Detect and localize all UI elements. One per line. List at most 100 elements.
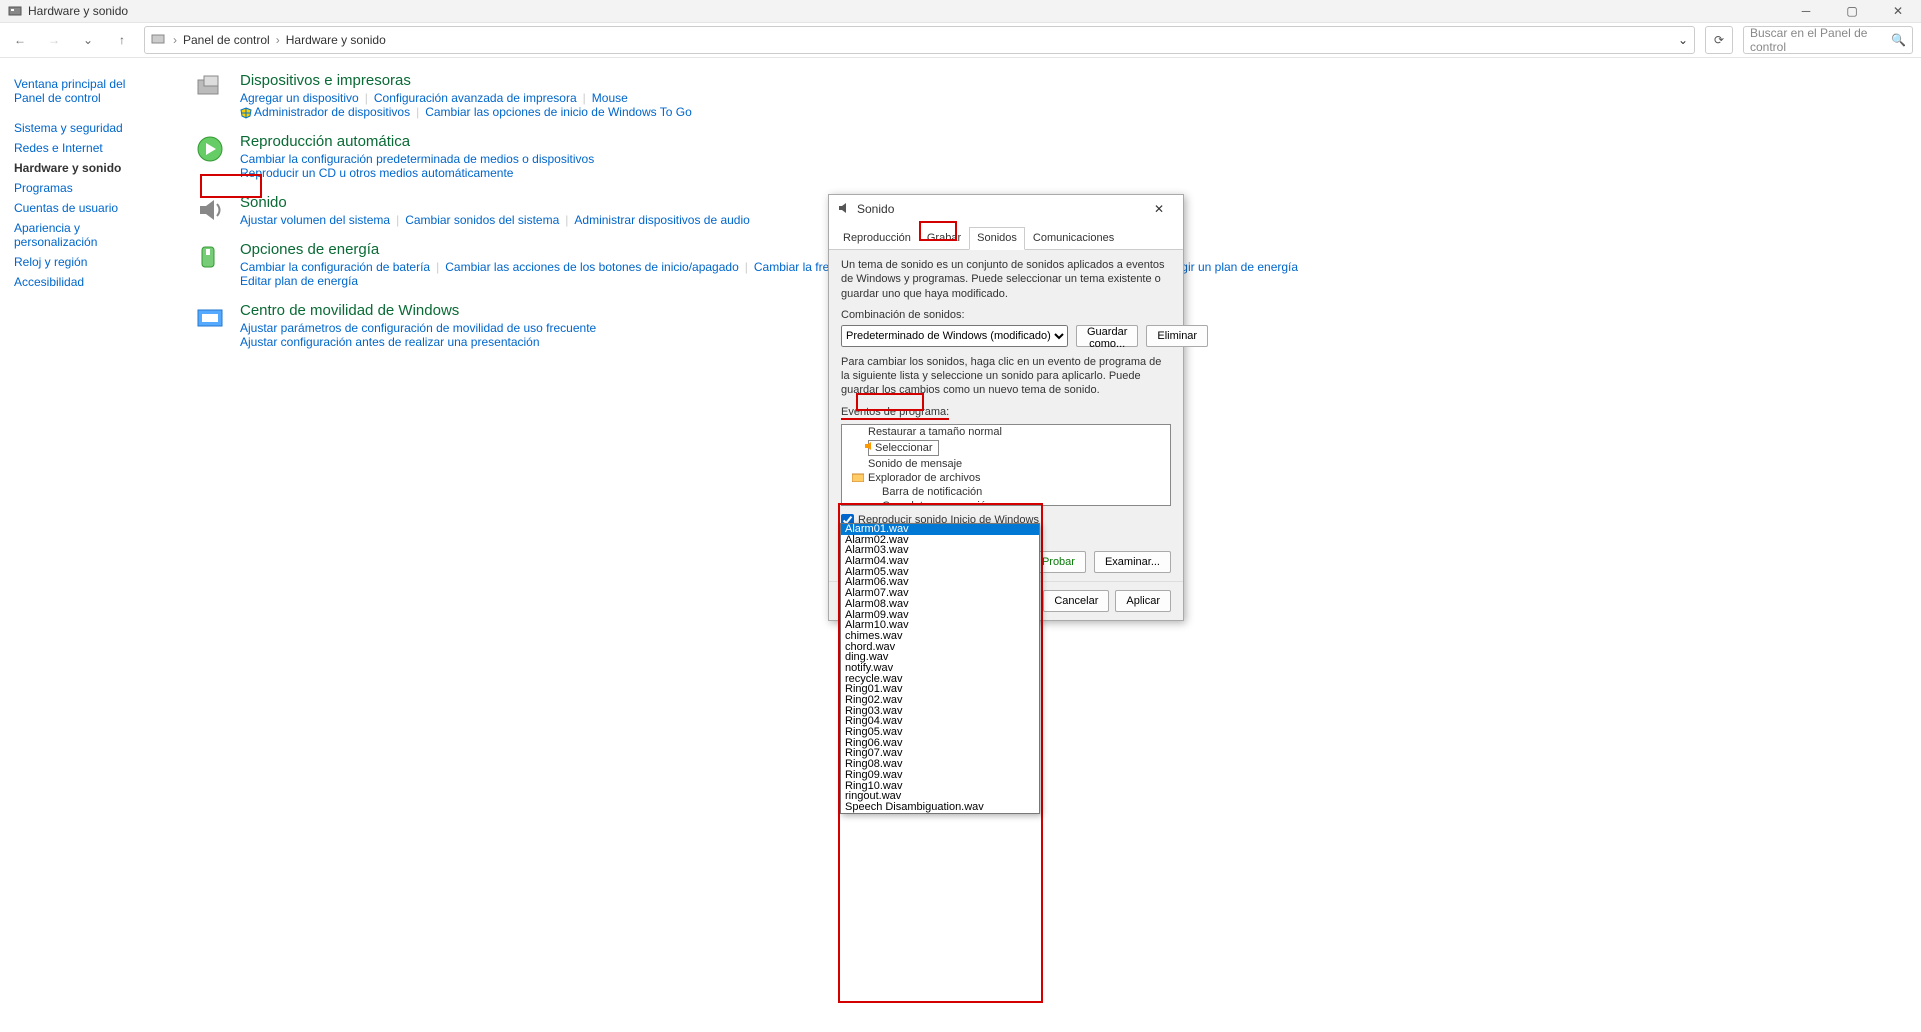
- sidebar-item[interactable]: Hardware y sonido: [10, 158, 158, 178]
- tab-sonidos[interactable]: Sonidos: [969, 227, 1025, 250]
- category-sublink[interactable]: Administrador de dispositivos: [254, 105, 410, 119]
- delete-button[interactable]: Eliminar: [1146, 325, 1208, 347]
- link-divider: |: [745, 260, 748, 274]
- category-icon: [194, 302, 226, 334]
- link-divider: |: [416, 105, 419, 119]
- search-icon: 🔍: [1891, 33, 1906, 47]
- shield-icon: [240, 107, 252, 119]
- events-listbox[interactable]: Restaurar a tamaño normalSeleccionarSoni…: [841, 424, 1171, 506]
- sidebar-item[interactable]: Accesibilidad: [10, 272, 158, 292]
- event-item[interactable]: Restaurar a tamaño normal: [842, 425, 1170, 439]
- back-button[interactable]: ←: [8, 28, 32, 52]
- category-title-link[interactable]: Sonido: [240, 194, 750, 211]
- apply-button[interactable]: Aplicar: [1115, 590, 1171, 612]
- sound-icon: [864, 440, 876, 455]
- sidebar: Ventana principal del Panel de control S…: [0, 58, 168, 1032]
- category-sublink[interactable]: Ajustar volumen del sistema: [240, 213, 390, 227]
- dropdown-option[interactable]: Speech Disambiguation.wav: [841, 802, 1039, 813]
- dropdown-option[interactable]: Ring09.wav: [841, 770, 1039, 781]
- sounds-dropdown-list[interactable]: Alarm01.wavAlarm02.wavAlarm03.wavAlarm04…: [840, 523, 1040, 814]
- category-icon: [194, 194, 226, 226]
- category-sublink[interactable]: Ajustar configuración antes de realizar …: [240, 335, 540, 349]
- forward-button[interactable]: →: [42, 28, 66, 52]
- speaker-icon: [837, 201, 851, 218]
- cancel-button[interactable]: Cancelar: [1043, 590, 1109, 612]
- search-placeholder: Buscar en el Panel de control: [1750, 26, 1891, 54]
- category-sublink[interactable]: Administrar dispositivos de audio: [574, 213, 749, 227]
- category-sublink[interactable]: Cambiar la configuración predeterminada …: [240, 152, 594, 166]
- event-item[interactable]: Sonido de mensaje: [842, 457, 1170, 471]
- breadcrumb-panel[interactable]: Panel de control: [183, 33, 270, 47]
- sidebar-item[interactable]: Sistema y seguridad: [10, 118, 158, 138]
- dialog-description-2: Para cambiar los sonidos, haga clic en u…: [841, 355, 1171, 398]
- refresh-button[interactable]: ⟳: [1705, 26, 1733, 54]
- window-title: Hardware y sonido: [28, 4, 128, 18]
- category-title-link[interactable]: Dispositivos e impresoras: [240, 72, 692, 89]
- category-sublink[interactable]: Mouse: [592, 91, 628, 105]
- app-icon: [8, 4, 22, 18]
- category: Reproducción automática Cambiar la config…: [194, 133, 1895, 180]
- recent-dropdown[interactable]: ⌄: [76, 28, 100, 52]
- maximize-button[interactable]: ▢: [1829, 0, 1875, 22]
- category-sublink[interactable]: Editar plan de energía: [240, 274, 358, 288]
- chevron-right-icon: ›: [173, 33, 177, 47]
- tab-reproducción[interactable]: Reproducción: [835, 227, 919, 249]
- dialog-titlebar[interactable]: Sonido ✕: [829, 195, 1183, 223]
- save-as-button[interactable]: Guardar como...: [1076, 325, 1138, 347]
- breadcrumb-root-icon: [151, 32, 167, 49]
- category-icon: [194, 241, 226, 273]
- category-sublink[interactable]: Agregar un dispositivo: [240, 91, 359, 105]
- link-divider: |: [565, 213, 568, 227]
- category-title-link[interactable]: Centro de movilidad de Windows: [240, 302, 596, 319]
- category-sublink[interactable]: Ajustar parámetros de configuración de m…: [240, 321, 596, 335]
- category-sublink[interactable]: Cambiar las opciones de inicio de Window…: [425, 105, 692, 119]
- sidebar-item[interactable]: Programas: [10, 178, 158, 198]
- category-sublink[interactable]: Cambiar las acciones de los botones de i…: [445, 260, 739, 274]
- sidebar-item[interactable]: Reloj y región: [10, 252, 158, 272]
- events-label: Eventos de programa:: [841, 406, 949, 420]
- sidebar-item[interactable]: Apariencia y personalización: [10, 218, 158, 252]
- link-divider: |: [365, 91, 368, 105]
- event-item[interactable]: Seleccionar: [842, 439, 1170, 457]
- category-sublink[interactable]: Reproducir un CD u otros medios automáti…: [240, 166, 513, 180]
- dialog-tabs: ReproducciónGrabarSonidosComunicaciones: [829, 223, 1183, 250]
- dialog-close-button[interactable]: ✕: [1143, 202, 1175, 216]
- breadcrumb-dropdown-icon[interactable]: ⌄: [1678, 33, 1688, 47]
- folder-icon: [852, 472, 864, 485]
- event-item[interactable]: Completar navegación: [842, 499, 1170, 506]
- category-sublink[interactable]: Cambiar sonidos del sistema: [405, 213, 559, 227]
- dropdown-option[interactable]: chimes.wav: [841, 631, 1039, 642]
- dropdown-option[interactable]: Alarm08.wav: [841, 599, 1039, 610]
- browse-button[interactable]: Examinar...: [1094, 551, 1171, 573]
- up-button[interactable]: ↑: [110, 28, 134, 52]
- link-divider: |: [436, 260, 439, 274]
- minimize-button[interactable]: ─: [1783, 0, 1829, 22]
- dialog-title: Sonido: [857, 202, 894, 216]
- dialog-description-1: Un tema de sonido es un conjunto de soni…: [841, 258, 1171, 301]
- chevron-right-icon: ›: [276, 33, 280, 47]
- category: Dispositivos e impresoras Agregar un disp…: [194, 72, 1895, 119]
- link-divider: |: [396, 213, 399, 227]
- scheme-select[interactable]: Predeterminado de Windows (modificado): [841, 325, 1068, 347]
- sidebar-home-link[interactable]: Ventana principal del Panel de control: [10, 74, 158, 108]
- toolbar: ← → ⌄ ↑ › Panel de control › Hardware y …: [0, 22, 1921, 58]
- breadcrumb-current[interactable]: Hardware y sonido: [286, 33, 386, 47]
- category-icon: [194, 133, 226, 165]
- category-sublink[interactable]: Configuración avanzada de impresora: [374, 91, 577, 105]
- sidebar-item[interactable]: Redes e Internet: [10, 138, 158, 158]
- close-button[interactable]: ✕: [1875, 0, 1921, 22]
- event-item[interactable]: Explorador de archivos: [842, 471, 1170, 485]
- tab-grabar[interactable]: Grabar: [919, 227, 969, 249]
- tab-comunicaciones[interactable]: Comunicaciones: [1025, 227, 1122, 249]
- event-item[interactable]: Barra de notificación: [842, 485, 1170, 499]
- link-divider: |: [583, 91, 586, 105]
- category-icon: [194, 72, 226, 104]
- category-sublink[interactable]: Cambiar la configuración de batería: [240, 260, 430, 274]
- search-input[interactable]: Buscar en el Panel de control 🔍: [1743, 26, 1913, 54]
- sidebar-item[interactable]: Cuentas de usuario: [10, 198, 158, 218]
- scheme-label: Combinación de sonidos:: [841, 309, 1171, 321]
- window-titlebar: Hardware y sonido ─ ▢ ✕: [0, 0, 1921, 22]
- category-sublink[interactable]: Elegir un plan de energía: [1164, 260, 1298, 274]
- breadcrumb-bar[interactable]: › Panel de control › Hardware y sonido ⌄: [144, 26, 1695, 54]
- category-title-link[interactable]: Reproducción automática: [240, 133, 594, 150]
